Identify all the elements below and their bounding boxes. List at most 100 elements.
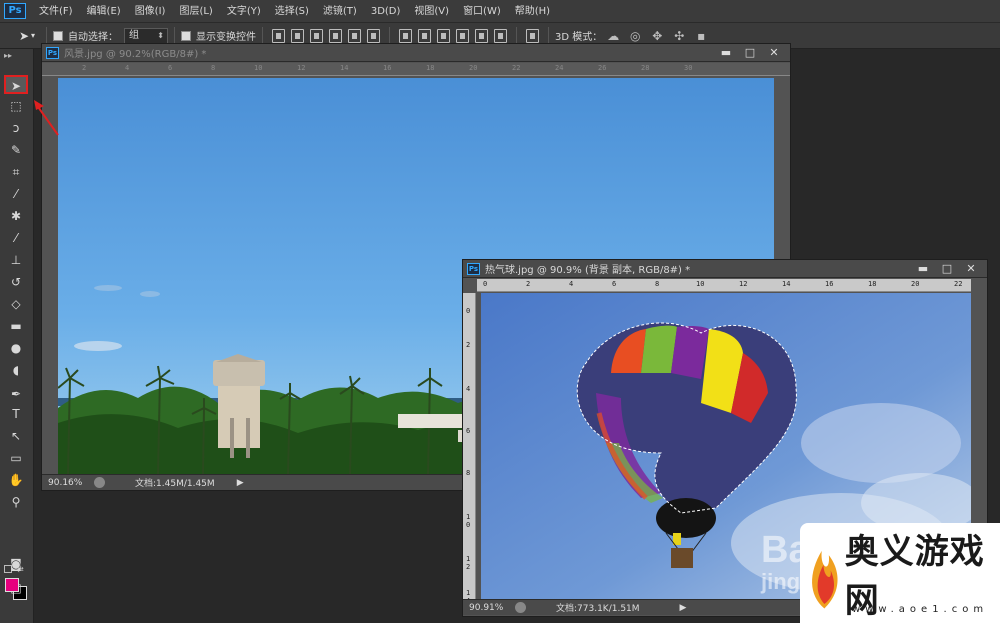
quick-mask-icon[interactable]: ◙: [4, 555, 28, 574]
foreground-color-swatch[interactable]: [5, 578, 19, 592]
status-info-icon[interactable]: [515, 602, 526, 613]
lasso-tool-icon[interactable]: ↄ: [4, 119, 28, 138]
3d-rotate-icon[interactable]: ☁: [605, 29, 621, 43]
path-select-tool-icon[interactable]: ↖: [4, 427, 28, 446]
menu-file[interactable]: 文件(F): [32, 0, 80, 23]
move-tool-preset-icon[interactable]: ➤ ▾: [14, 26, 40, 46]
menu-image[interactable]: 图像(I): [128, 0, 173, 23]
3d-scale-icon[interactable]: ▪: [693, 29, 709, 43]
ruler-mark: 4: [569, 280, 574, 288]
pen-tool-icon[interactable]: ✒: [4, 385, 28, 404]
rectangle-tool-icon[interactable]: ▭: [4, 449, 28, 468]
align-right-icon[interactable]: [367, 28, 380, 43]
align-bottom-icon[interactable]: [310, 28, 323, 43]
align-vcenter-icon[interactable]: [291, 28, 304, 43]
ruler-mark: 26: [598, 64, 607, 72]
eyedropper-tool-icon[interactable]: ⁄: [4, 185, 28, 204]
ruler-mark: 2: [526, 280, 531, 288]
document-tab-landscape[interactable]: Ps 风景.jpg @ 90.2%(RGB/8#) * ▬ □ ✕: [42, 44, 790, 62]
distribute-vcenter-icon[interactable]: [418, 28, 431, 43]
ruler-mark: 2: [466, 563, 471, 571]
horizontal-ruler: 2 4 6 8 10 12 14 16 18 20 22 24 26 28 30: [42, 63, 790, 76]
type-tool-icon[interactable]: T: [4, 405, 28, 424]
menu-help[interactable]: 帮助(H): [508, 0, 557, 23]
distribute-right-icon[interactable]: [494, 28, 507, 43]
menu-layer[interactable]: 图层(L): [172, 0, 219, 23]
flame-logo-icon: [812, 550, 838, 609]
menu-filter[interactable]: 滤镜(T): [316, 0, 364, 23]
ruler-mark: 16: [383, 64, 392, 72]
menu-view[interactable]: 视图(V): [407, 0, 456, 23]
zoom-level[interactable]: 90.91%: [469, 603, 515, 613]
zoom-level[interactable]: 90.16%: [48, 478, 94, 488]
align-top-icon[interactable]: [272, 28, 285, 43]
vertical-ruler: 0 2 4 6 8 1 0 1 2 1 4: [463, 293, 476, 599]
document-tab-balloon[interactable]: Ps 热气球.jpg @ 90.9% (背景 副本, RGB/8#) * ▬ □…: [463, 260, 987, 278]
separator: [548, 26, 549, 45]
auto-select-dropdown[interactable]: 组 ⬍: [124, 27, 168, 44]
ruler-mark: 28: [641, 64, 650, 72]
separator: [262, 26, 263, 45]
menu-3d[interactable]: 3D(D): [364, 0, 408, 23]
minimize-button[interactable]: ▬: [911, 261, 935, 276]
3d-slide-icon[interactable]: ✣: [671, 29, 687, 43]
align-left-icon[interactable]: [329, 28, 342, 43]
collapse-panel-icon[interactable]: ▸▸: [4, 51, 12, 60]
menu-edit[interactable]: 编辑(E): [80, 0, 128, 23]
separator: [516, 26, 517, 45]
ruler-mark: 1: [466, 555, 471, 563]
site-watermark: 奥义游戏网 www.aoe1.com: [800, 523, 1000, 623]
separator: [46, 26, 47, 45]
separator: [174, 26, 175, 45]
hand-tool-icon[interactable]: ✋: [4, 471, 28, 490]
ruler-mark: 18: [868, 280, 877, 288]
ruler-mark: 12: [297, 64, 306, 72]
gradient-tool-icon[interactable]: ▬: [4, 317, 28, 336]
clone-stamp-tool-icon[interactable]: ⊥: [4, 251, 28, 270]
menu-window[interactable]: 窗口(W): [456, 0, 508, 23]
distribute-top-icon[interactable]: [399, 28, 412, 43]
show-transform-checkbox[interactable]: [181, 30, 191, 41]
ruler-mark: 6: [168, 64, 173, 72]
crop-tool-icon[interactable]: ⌗: [4, 163, 28, 182]
history-brush-tool-icon[interactable]: ↺: [4, 273, 28, 292]
eraser-tool-icon[interactable]: ◇: [4, 295, 28, 314]
3d-roll-icon[interactable]: ◎: [627, 29, 643, 43]
maximize-button[interactable]: □: [738, 45, 762, 60]
maximize-button[interactable]: □: [935, 261, 959, 276]
close-button[interactable]: ✕: [762, 45, 786, 60]
3d-pan-icon[interactable]: ✥: [649, 29, 665, 43]
auto-select-checkbox[interactable]: [53, 30, 63, 41]
ruler-mark: 10: [254, 64, 263, 72]
ruler-mark: 8: [211, 64, 216, 72]
status-info-icon[interactable]: [94, 477, 105, 488]
status-menu-arrow-icon[interactable]: ▶: [680, 603, 687, 613]
auto-align-icon[interactable]: [526, 28, 539, 43]
ruler-mark: 6: [466, 427, 471, 435]
tools-panel: ▸▸ ➤ ⬚ ↄ ✎ ⌗ ⁄ ✱ ⁄ ⊥ ↺ ◇ ▬ ● ◖ ✒ T ↖ ▭ ✋…: [0, 49, 34, 623]
brush-tool-icon[interactable]: ⁄: [4, 229, 28, 248]
quick-select-tool-icon[interactable]: ✎: [4, 141, 28, 160]
move-tool-icon[interactable]: ➤: [4, 75, 28, 94]
ps-document-icon: Ps: [46, 46, 59, 59]
zoom-tool-icon[interactable]: ⚲: [4, 493, 28, 512]
distribute-hcenter-icon[interactable]: [475, 28, 488, 43]
distribute-left-icon[interactable]: [456, 28, 469, 43]
ruler-mark: 8: [466, 469, 471, 477]
document-size: 文档:773.1K/1.51M: [556, 604, 640, 614]
healing-brush-tool-icon[interactable]: ✱: [4, 207, 28, 226]
ruler-mark: 4: [466, 385, 471, 393]
blur-tool-icon[interactable]: ●: [4, 339, 28, 358]
close-button[interactable]: ✕: [959, 261, 983, 276]
ruler-mark: 0: [483, 280, 488, 288]
distribute-bottom-icon[interactable]: [437, 28, 450, 43]
dodge-tool-icon[interactable]: ◖: [4, 361, 28, 380]
align-hcenter-icon[interactable]: [348, 28, 361, 43]
menu-select[interactable]: 选择(S): [268, 0, 316, 23]
menu-type[interactable]: 文字(Y): [220, 0, 268, 23]
3d-mode-label: 3D 模式：: [555, 32, 603, 43]
marquee-tool-icon[interactable]: ⬚: [4, 97, 28, 116]
minimize-button[interactable]: ▬: [714, 45, 738, 60]
status-menu-arrow-icon[interactable]: ▶: [237, 478, 244, 488]
menu-bar: Ps 文件(F) 编辑(E) 图像(I) 图层(L) 文字(Y) 选择(S) 滤…: [0, 0, 1000, 23]
